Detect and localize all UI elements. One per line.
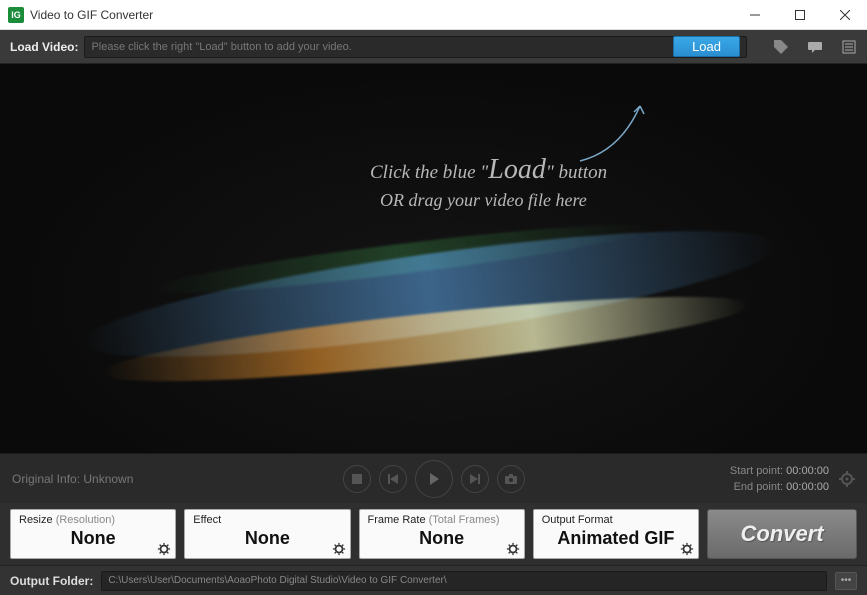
trim-points: Start point: 00:00:00 End point: 00:00:0…	[730, 463, 829, 495]
resize-gear-icon[interactable]	[157, 542, 171, 556]
hint-line1-big: Load	[488, 154, 546, 185]
resize-panel[interactable]: Resize (Resolution) None	[10, 509, 176, 559]
start-point-time: 00:00:00	[786, 465, 829, 477]
output-format-panel[interactable]: Output Format Animated GIF	[533, 509, 699, 559]
effect-gear-icon[interactable]	[332, 542, 346, 556]
output-bar: Output Folder: C:\Users\User\Documents\A…	[0, 565, 867, 595]
start-point-label: Start point:	[730, 465, 783, 477]
framerate-panel[interactable]: Frame Rate (Total Frames) None	[359, 509, 525, 559]
info-bar: Original Info: Unknown Start point: 00:0…	[0, 453, 867, 503]
output-format-label: Output Format	[542, 514, 690, 526]
effect-value: None	[193, 528, 341, 549]
output-folder-path: C:\Users\User\Documents\AoaoPhoto Digita…	[108, 575, 446, 586]
title-bar: IG Video to GIF Converter	[0, 0, 867, 30]
stop-button[interactable]	[343, 465, 371, 493]
convert-button[interactable]: Convert	[707, 509, 857, 559]
maximize-button[interactable]	[777, 0, 822, 30]
output-format-value: Animated GIF	[542, 528, 690, 549]
resize-label: Resize	[19, 514, 53, 526]
playback-controls	[343, 460, 525, 498]
comment-icon[interactable]	[807, 39, 823, 55]
play-button[interactable]	[415, 460, 453, 498]
browse-output-button[interactable]: •••	[835, 572, 857, 590]
framerate-label: Frame Rate	[368, 514, 426, 526]
video-path-placeholder: Please click the right "Load" button to …	[91, 41, 673, 53]
resize-value: None	[19, 528, 167, 549]
next-frame-button[interactable]	[461, 465, 489, 493]
window-title: Video to GIF Converter	[30, 8, 153, 22]
prev-frame-button[interactable]	[379, 465, 407, 493]
framerate-gear-icon[interactable]	[506, 542, 520, 556]
output-folder-input[interactable]: C:\Users\User\Documents\AoaoPhoto Digita…	[101, 571, 827, 591]
effect-panel[interactable]: Effect None	[184, 509, 350, 559]
framerate-value: None	[368, 528, 516, 549]
video-path-input[interactable]: Please click the right "Load" button to …	[84, 36, 747, 58]
load-video-label: Load Video:	[10, 40, 78, 54]
hint-line2: OR drag your video file here	[380, 190, 607, 211]
trim-settings-icon[interactable]	[839, 471, 855, 487]
load-bar: Load Video: Please click the right "Load…	[0, 30, 867, 64]
original-info: Original Info: Unknown	[12, 472, 133, 486]
hint-line1-post: " button	[546, 162, 607, 183]
tag-icon[interactable]	[773, 39, 789, 55]
minimize-button[interactable]	[732, 0, 777, 30]
snapshot-button[interactable]	[497, 465, 525, 493]
close-button[interactable]	[822, 0, 867, 30]
drop-hint: Click the blue "Load" button OR drag you…	[370, 154, 607, 211]
app-icon: IG	[8, 7, 24, 23]
end-point-time: 00:00:00	[786, 481, 829, 493]
list-icon[interactable]	[841, 39, 857, 55]
resize-sub: (Resolution)	[56, 514, 115, 526]
output-folder-label: Output Folder:	[10, 574, 93, 588]
effect-label: Effect	[193, 514, 341, 526]
settings-panels: Resize (Resolution) None Effect None Fra…	[0, 503, 867, 565]
video-preview[interactable]: Click the blue "Load" button OR drag you…	[0, 64, 867, 453]
framerate-sub: (Total Frames)	[429, 514, 500, 526]
output-format-gear-icon[interactable]	[680, 542, 694, 556]
load-button[interactable]: Load	[673, 36, 740, 57]
end-point-label: End point:	[734, 481, 784, 493]
hint-line1-pre: Click the blue "	[370, 162, 488, 183]
